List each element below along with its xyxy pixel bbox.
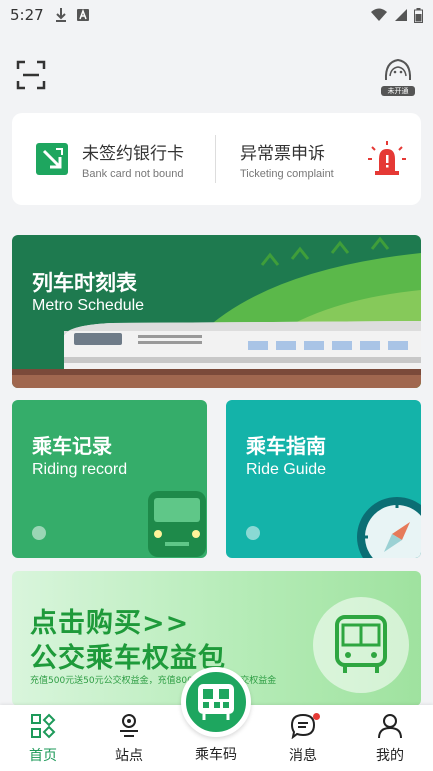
nav-stations-label: 站点 (115, 748, 143, 764)
qr-bus-icon (198, 684, 234, 720)
scan-icon[interactable] (16, 60, 46, 90)
riding-record-subtitle: Riding record (32, 461, 128, 478)
quick-card-row: 未签约银行卡 Bank card not bound 异常票申诉 Ticketi… (12, 113, 421, 205)
unread-badge (313, 713, 320, 720)
app-notification-icon (76, 8, 89, 21)
riding-record-title: 乘车记录 (32, 434, 112, 458)
nav-home-label: 首页 (29, 748, 57, 764)
bank-card-entry[interactable]: 未签约银行卡 Bank card not bound (12, 113, 215, 205)
nav-profile-label: 我的 (376, 748, 404, 764)
bank-card-subtitle: Bank card not bound (82, 167, 184, 180)
metro-schedule-banner[interactable]: 列车时刻表 Metro Schedule (12, 235, 421, 388)
riding-record-arrow-icon (32, 526, 46, 540)
promo-cta: 点击购买>> (30, 608, 190, 639)
status-system-icons (370, 7, 423, 23)
user-avatar-icon (384, 58, 412, 81)
battery-icon (414, 7, 423, 23)
ride-guide-title: 乘车指南 (246, 434, 326, 458)
nav-messages-label: 消息 (289, 748, 317, 764)
ride-guide-subtitle: Ride Guide (246, 461, 327, 478)
ride-code-label: 乘车码 (195, 747, 237, 763)
avatar-caption: 未开通 (381, 86, 415, 96)
riding-record-tile[interactable]: 乘车记录 Riding record (12, 400, 207, 558)
status-time: 5:27 (10, 6, 44, 24)
ticketing-complaint-entry[interactable]: 异常票申诉 Ticketing complaint (216, 113, 421, 205)
wifi-icon (371, 8, 387, 21)
account-avatar-button[interactable]: 未开通 (381, 56, 415, 96)
banner-subtitle: Metro Schedule (32, 297, 145, 314)
bus-icon (335, 615, 387, 673)
ride-guide-tile[interactable]: 乘车指南 Ride Guide (226, 400, 421, 558)
complaint-subtitle: Ticketing complaint (240, 167, 334, 180)
promo-icon-circle (313, 597, 409, 693)
bank-card-title: 未签约银行卡 (82, 143, 184, 164)
status-bar: 5:27 (0, 0, 433, 30)
compass-icon (357, 497, 421, 558)
profile-icon (378, 714, 402, 739)
ride-guide-arrow-icon (246, 526, 260, 540)
bank-card-icon (36, 143, 68, 175)
nav-stations[interactable]: 站点 (99, 713, 159, 765)
signal-icon (395, 9, 407, 21)
nav-messages[interactable]: 消息 (273, 713, 333, 765)
train-front-icon (148, 491, 206, 557)
status-notification-icons (54, 7, 90, 23)
alarm-icon (368, 141, 406, 175)
complaint-title: 异常票申诉 (240, 143, 325, 164)
top-bar: 未开通 (0, 50, 433, 100)
download-icon (55, 8, 66, 22)
nav-home[interactable]: 首页 (13, 713, 73, 765)
station-pin-icon (120, 714, 138, 737)
ride-code-button[interactable] (181, 667, 251, 737)
nav-profile[interactable]: 我的 (360, 713, 420, 765)
banner-title: 列车时刻表 (32, 271, 137, 295)
promo-title: 公交乘车权益包 (30, 643, 226, 674)
home-icon (31, 713, 56, 739)
